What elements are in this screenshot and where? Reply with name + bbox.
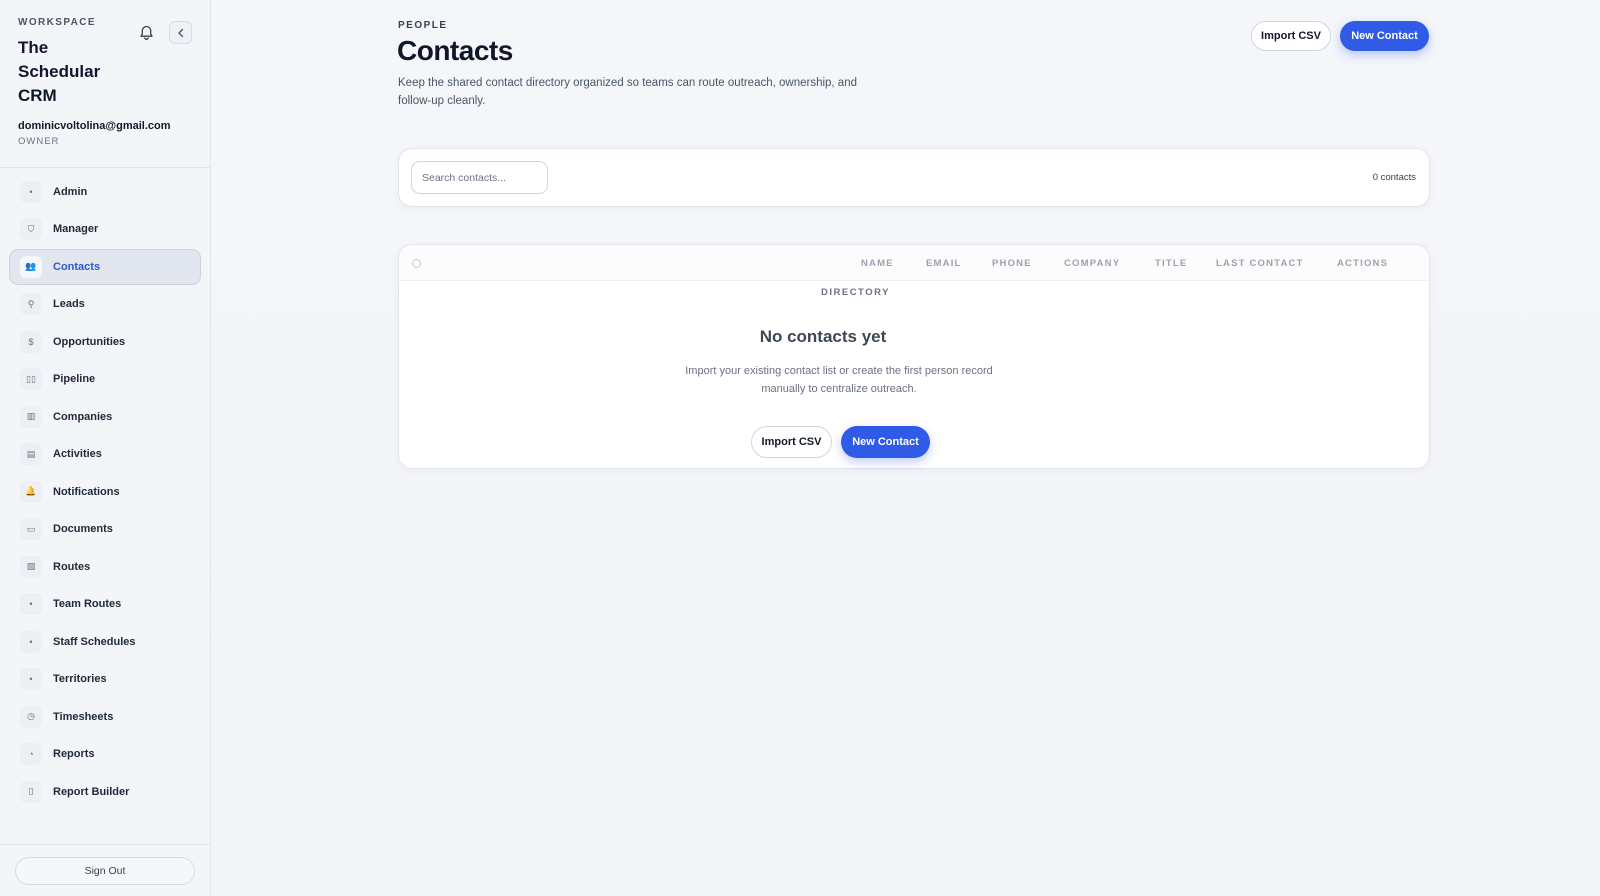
sidebar-item-manager[interactable]: ⛉ Manager bbox=[9, 211, 201, 247]
sidebar-item-label: Report Builder bbox=[53, 785, 130, 798]
sidebar-item-label: Notifications bbox=[53, 485, 120, 498]
empty-import-csv-button[interactable]: Import CSV bbox=[751, 426, 832, 458]
contacts-count: 0 contacts bbox=[1372, 172, 1416, 183]
sidebar-item-companies[interactable]: ▥ Companies bbox=[9, 399, 201, 435]
empty-state-title: No contacts yet bbox=[759, 327, 887, 346]
sidebar-item-label: Contacts bbox=[53, 260, 101, 273]
user-email: dominicvoltolina@gmail.com bbox=[18, 120, 171, 132]
sidebar: WORKSPACE The Schedular CRM dominicvolto… bbox=[0, 0, 211, 896]
sidebar-item-notifications[interactable]: 🔔 Notifications bbox=[9, 474, 201, 510]
building-icon: ▥ bbox=[20, 405, 42, 428]
sign-out-button[interactable]: Sign Out bbox=[15, 857, 195, 885]
sidebar-item-admin[interactable]: • Admin bbox=[9, 174, 201, 210]
workspace-label: WORKSPACE bbox=[18, 17, 96, 28]
sidebar-nav: • Admin ⛉ Manager 👥 Contacts ⚲ Leads $ Opportunit… bbox=[0, 168, 210, 844]
search-input[interactable] bbox=[411, 161, 548, 194]
workspace-header: WORKSPACE The Schedular CRM dominicvolto… bbox=[0, 0, 210, 168]
folder-icon: ▭ bbox=[20, 518, 42, 540]
dot-icon: • bbox=[20, 180, 42, 203]
collapse-sidebar-button[interactable] bbox=[169, 21, 192, 44]
sidebar-item-label: Territories bbox=[53, 673, 107, 685]
import-csv-button[interactable]: Import CSV bbox=[1251, 21, 1331, 51]
sidebar-item-reports[interactable]: ◔ Reports bbox=[9, 736, 201, 772]
sidebar-item-label: Companies bbox=[53, 410, 113, 423]
sidebar-item-pipeline[interactable]: ▯▯ Pipeline bbox=[9, 361, 201, 397]
sidebar-item-activities[interactable]: ▤ Activities bbox=[9, 436, 201, 472]
sidebar-item-label: Routes bbox=[53, 560, 91, 573]
dot-icon: • bbox=[20, 593, 42, 615]
clock-icon: ◷ bbox=[20, 705, 42, 728]
columns-icon: ▯▯ bbox=[20, 368, 42, 390]
sidebar-item-label: Leads bbox=[53, 298, 85, 310]
page-description: Keep the shared contact directory organi… bbox=[398, 77, 857, 107]
shield-icon: ⛉ bbox=[20, 218, 42, 240]
sidebar-item-label: Admin bbox=[53, 185, 88, 198]
sidebar-item-team-routes[interactable]: • Team Routes bbox=[9, 586, 201, 622]
sidebar-item-routes[interactable]: ▧ Routes bbox=[9, 549, 201, 585]
pie-chart-icon: ◔ bbox=[20, 743, 42, 765]
sidebar-item-label: Documents bbox=[53, 523, 113, 535]
sidebar-item-report-builder[interactable]: ▯ Report Builder bbox=[9, 774, 201, 810]
column-header-phone[interactable]: PHONE bbox=[992, 258, 1032, 269]
sidebar-item-timesheets[interactable]: ◷ Timesheets bbox=[9, 699, 201, 735]
sidebar-item-staff-schedules[interactable]: • Staff Schedules bbox=[9, 624, 201, 660]
user-plus-icon: ⚲ bbox=[20, 293, 42, 315]
search-card: 0 contacts bbox=[398, 148, 1430, 207]
sidebar-item-opportunities[interactable]: $ Opportunities bbox=[9, 324, 201, 360]
clipboard-icon: ▤ bbox=[20, 443, 42, 465]
dot-icon: • bbox=[20, 668, 42, 690]
new-contact-button[interactable]: New Contact bbox=[1340, 21, 1429, 51]
select-all-checkbox[interactable] bbox=[412, 259, 421, 268]
column-header-email[interactable]: EMAIL bbox=[926, 258, 962, 269]
users-icon: 👥 bbox=[20, 255, 42, 278]
user-role: OWNER bbox=[18, 136, 60, 147]
sidebar-item-territories[interactable]: • Territories bbox=[9, 661, 201, 697]
sidebar-item-label: Reports bbox=[53, 748, 95, 760]
map-icon: ▧ bbox=[20, 555, 42, 578]
notifications-bell-icon[interactable] bbox=[138, 24, 154, 42]
page-title: Contacts bbox=[397, 35, 513, 66]
empty-new-contact-button[interactable]: New Contact bbox=[841, 426, 930, 458]
main-content: PEOPLE Contacts Keep the shared contact … bbox=[211, 0, 1600, 896]
page-eyebrow: PEOPLE bbox=[398, 20, 448, 31]
workspace-name: The Schedular CRM bbox=[18, 38, 101, 105]
dot-icon: • bbox=[20, 630, 42, 653]
table-header: NAME EMAIL PHONE COMPANY TITLE LAST CONTACT AC… bbox=[399, 245, 1429, 281]
sidebar-item-contacts[interactable]: 👥 Contacts bbox=[9, 248, 201, 285]
column-header-name[interactable]: NAME bbox=[861, 258, 894, 269]
sidebar-item-label: Opportunities bbox=[53, 335, 126, 348]
sidebar-item-label: Activities bbox=[53, 448, 102, 460]
sidebar-item-label: Manager bbox=[53, 223, 99, 235]
chevron-left-icon bbox=[177, 28, 183, 37]
bell-icon: 🔔 bbox=[20, 480, 42, 503]
sidebar-item-leads[interactable]: ⚲ Leads bbox=[9, 286, 201, 322]
sidebar-item-label: Pipeline bbox=[53, 373, 96, 385]
dollar-icon: $ bbox=[20, 330, 42, 353]
app-root: WORKSPACE The Schedular CRM dominicvolto… bbox=[0, 0, 1600, 896]
sidebar-item-label: Staff Schedules bbox=[53, 635, 136, 648]
empty-state-description: Import your existing contact list or cre… bbox=[685, 365, 993, 395]
sidebar-item-label: Timesheets bbox=[53, 710, 114, 723]
column-header-last-contact[interactable]: LAST CONTACT bbox=[1216, 258, 1304, 269]
column-header-actions[interactable]: ACTIONS bbox=[1337, 258, 1388, 269]
empty-state-eyebrow: DIRECTORY bbox=[821, 287, 890, 298]
column-header-company[interactable]: COMPANY bbox=[1064, 258, 1120, 269]
bell-icon bbox=[139, 25, 153, 40]
column-header-title[interactable]: TITLE bbox=[1155, 258, 1187, 269]
file-icon: ▯ bbox=[20, 780, 42, 803]
sidebar-item-documents[interactable]: ▭ Documents bbox=[9, 511, 201, 547]
sidebar-item-label: Team Routes bbox=[53, 598, 122, 610]
sidebar-footer: Sign Out bbox=[0, 844, 210, 896]
